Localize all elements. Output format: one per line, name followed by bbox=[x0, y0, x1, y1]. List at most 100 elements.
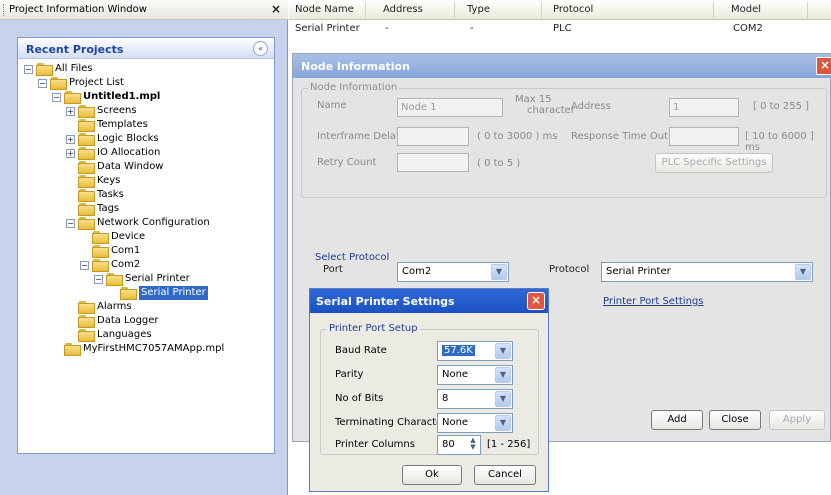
folder-icon bbox=[78, 133, 95, 146]
spinner-arrows-icon[interactable]: ▲ ▼ bbox=[467, 437, 479, 453]
cell-node-name: Serial Printer bbox=[295, 23, 360, 34]
interframe-delay-field[interactable] bbox=[397, 127, 469, 146]
serial-printer-settings-dialog: Serial Printer Settings × Printer Port S… bbox=[309, 288, 549, 492]
collapse-icon[interactable]: − bbox=[66, 219, 75, 228]
column-address[interactable]: Address bbox=[383, 4, 423, 15]
no-of-bits-select[interactable]: 8 ▼ bbox=[437, 389, 513, 409]
retry-count-field[interactable] bbox=[397, 153, 469, 172]
name-label: Name bbox=[317, 100, 347, 111]
protocol-select[interactable]: Serial Printer ▼ bbox=[601, 262, 813, 282]
folder-icon bbox=[64, 343, 81, 356]
folder-icon bbox=[78, 147, 95, 160]
folder-icon bbox=[78, 175, 95, 188]
expand-icon[interactable]: + bbox=[66, 149, 75, 158]
folder-icon bbox=[78, 161, 95, 174]
terminating-character-label: Terminating Character bbox=[335, 417, 447, 428]
grip-icon[interactable] bbox=[3, 4, 5, 16]
address-range: [ 0 to 255 ] bbox=[753, 101, 810, 112]
columns-range: [1 - 256] bbox=[487, 439, 531, 450]
folder-open-icon bbox=[92, 259, 109, 272]
column-divider bbox=[807, 2, 808, 18]
address-field[interactable]: 1 bbox=[669, 98, 739, 117]
chevron-down-icon[interactable]: ▼ bbox=[495, 415, 511, 431]
column-node-name[interactable]: Node Name bbox=[295, 4, 354, 15]
baud-rate-label: Baud Rate bbox=[335, 345, 387, 356]
collapse-icon[interactable]: − bbox=[52, 93, 61, 102]
plc-specific-settings-button[interactable]: PLC Specific Settings bbox=[655, 153, 773, 173]
group-label: Node Information bbox=[308, 82, 400, 93]
printer-port-settings-link[interactable]: Printer Port Settings bbox=[603, 296, 703, 307]
close-button[interactable]: Close bbox=[709, 410, 761, 430]
collapse-icon[interactable]: − bbox=[38, 79, 47, 88]
folder-icon bbox=[78, 301, 95, 314]
close-icon[interactable]: × bbox=[816, 57, 831, 75]
chevron-down-icon[interactable]: ▼ bbox=[495, 391, 511, 407]
dialog-title: Node Information bbox=[301, 60, 410, 73]
folder-icon bbox=[120, 287, 137, 300]
folder-icon bbox=[78, 315, 95, 328]
expand-icon[interactable]: + bbox=[66, 107, 75, 116]
apply-button[interactable]: Apply bbox=[769, 410, 825, 430]
interframe-delay-label: Interframe Delay bbox=[317, 131, 402, 142]
folder-icon bbox=[78, 119, 95, 132]
select-protocol-label: Select Protocol bbox=[315, 252, 390, 263]
chevron-down-icon[interactable]: ▼ bbox=[495, 367, 511, 383]
column-divider bbox=[365, 2, 366, 18]
name-field[interactable]: Node 1 bbox=[397, 98, 503, 117]
port-select[interactable]: Com2 ▼ bbox=[397, 262, 509, 282]
folder-icon bbox=[78, 329, 95, 342]
folder-icon bbox=[92, 245, 109, 258]
column-protocol[interactable]: Protocol bbox=[553, 4, 593, 15]
column-divider bbox=[713, 2, 714, 18]
parity-select[interactable]: None ▼ bbox=[437, 365, 513, 385]
column-model[interactable]: Model bbox=[731, 4, 761, 15]
chevron-down-icon[interactable]: ▼ bbox=[491, 264, 507, 280]
printer-columns-spinner[interactable]: 80 ▲ ▼ bbox=[437, 435, 481, 455]
collapse-icon[interactable]: − bbox=[80, 261, 89, 270]
folder-icon bbox=[78, 189, 95, 202]
recent-projects-header[interactable]: Recent Projects « bbox=[18, 38, 274, 59]
printer-columns-label: Printer Columns bbox=[335, 439, 415, 450]
no-of-bits-label: No of Bits bbox=[335, 393, 384, 404]
response-range: [ 10 to 6000 ] ms bbox=[745, 131, 814, 153]
cancel-button[interactable]: Cancel bbox=[474, 465, 536, 485]
cell-protocol: PLC bbox=[553, 23, 572, 34]
close-icon[interactable]: × bbox=[527, 292, 545, 310]
response-timeout-label: Response Time Out bbox=[571, 131, 668, 142]
panel-title: Project Information Window bbox=[9, 4, 147, 15]
port-label: Port bbox=[323, 264, 343, 275]
folder-open-icon bbox=[36, 63, 53, 76]
folder-icon bbox=[78, 203, 95, 216]
node-table-header: Node Name Address Type Protocol Model bbox=[289, 0, 831, 20]
response-timeout-field[interactable] bbox=[669, 127, 739, 146]
recent-projects-title: Recent Projects bbox=[26, 43, 124, 56]
collapse-icon[interactable]: − bbox=[24, 65, 33, 74]
folder-open-icon bbox=[106, 273, 123, 286]
group-label: Printer Port Setup bbox=[327, 323, 420, 334]
dialog-title-bar[interactable]: Node Information × bbox=[293, 54, 831, 78]
column-type[interactable]: Type bbox=[467, 4, 490, 15]
terminating-character-select[interactable]: None ▼ bbox=[437, 413, 513, 433]
chevron-down-icon[interactable]: ▼ bbox=[795, 264, 811, 280]
ok-button[interactable]: Ok bbox=[402, 465, 462, 485]
cell-address: - bbox=[385, 23, 389, 34]
dialog-title: Serial Printer Settings bbox=[316, 295, 455, 308]
folder-open-icon bbox=[64, 91, 81, 104]
cell-model: COM2 bbox=[733, 23, 763, 34]
collapse-icon[interactable]: − bbox=[94, 275, 103, 284]
recent-projects-box: Recent Projects « − All Files − Project … bbox=[17, 37, 275, 454]
collapse-icon[interactable]: « bbox=[253, 41, 268, 56]
expand-icon[interactable]: + bbox=[66, 135, 75, 144]
folder-icon bbox=[78, 105, 95, 118]
max-label-2: character bbox=[527, 105, 575, 116]
column-divider bbox=[541, 2, 542, 18]
dialog-title-bar[interactable]: Serial Printer Settings × bbox=[310, 289, 548, 313]
folder-open-icon bbox=[50, 77, 67, 90]
baud-rate-select[interactable]: 57.6K ▼ bbox=[437, 341, 513, 361]
address-label: Address bbox=[571, 101, 611, 112]
panel-title-bar: Project Information Window × bbox=[0, 0, 288, 20]
close-icon[interactable]: × bbox=[271, 2, 281, 16]
max-label-1: Max 15 bbox=[515, 94, 552, 105]
add-button[interactable]: Add bbox=[651, 410, 703, 430]
chevron-down-icon[interactable]: ▼ bbox=[495, 343, 511, 359]
